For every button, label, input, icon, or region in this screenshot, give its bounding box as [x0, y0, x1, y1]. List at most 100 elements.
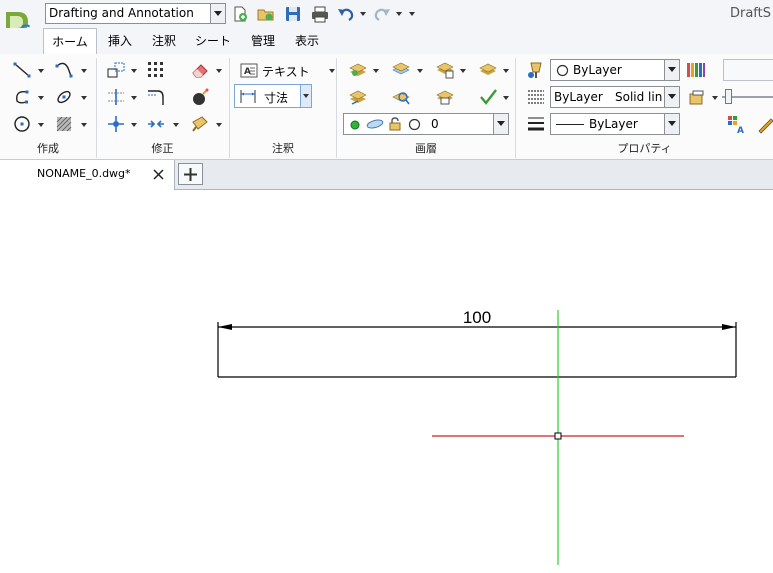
tab-manage[interactable]: 管理	[241, 28, 285, 54]
layer-properties-icon[interactable]	[348, 60, 368, 80]
stretch-icon[interactable]	[146, 114, 166, 134]
undo-dropdown-icon[interactable]	[360, 12, 367, 17]
line-dropdown-icon[interactable]	[38, 69, 45, 74]
polyline-icon[interactable]	[54, 60, 74, 80]
customize-quick-access-icon[interactable]	[409, 12, 416, 17]
layer-walk-icon[interactable]	[391, 87, 411, 107]
move-dropdown-icon[interactable]	[131, 69, 138, 74]
chevron-down-icon[interactable]	[664, 60, 679, 80]
list-properties-icon[interactable]	[688, 88, 708, 108]
layer-properties-dropdown-icon[interactable]	[373, 69, 380, 74]
dimension-dropdown[interactable]	[300, 85, 311, 107]
new-tab-button[interactable]	[178, 163, 203, 185]
app-title: DraftS	[729, 6, 771, 21]
tab-annotate[interactable]: 注釈	[143, 28, 185, 54]
layer-match-icon[interactable]	[435, 87, 455, 107]
lineweight-select[interactable]: ByLayer	[550, 113, 680, 135]
text-color-icon[interactable]: A	[726, 114, 746, 134]
print-icon[interactable]	[311, 5, 329, 23]
redo-icon[interactable]	[373, 5, 391, 23]
chevron-down-icon[interactable]	[664, 114, 679, 134]
panel-label-layers: 画層	[415, 142, 437, 155]
fillet-icon[interactable]	[146, 87, 166, 107]
move-icon[interactable]	[106, 60, 126, 80]
redo-dropdown-icon[interactable]	[396, 12, 403, 17]
tab-insert[interactable]: 挿入	[99, 28, 141, 54]
chevron-down-icon[interactable]	[210, 4, 225, 23]
panel-properties: ByLayer ByLayer Solid line ByLayer	[516, 54, 773, 159]
match-properties-icon[interactable]	[526, 60, 546, 80]
ellipse-icon[interactable]	[54, 87, 74, 107]
open-folder-icon[interactable]	[257, 5, 275, 23]
close-icon[interactable]	[152, 168, 165, 181]
layer-off-dropdown-icon[interactable]	[503, 69, 510, 74]
ellipse-dropdown-icon[interactable]	[81, 96, 88, 101]
color-select[interactable]: ByLayer	[550, 59, 680, 81]
ribbon: 作成 修正 A テキスト 寸法 注釈 0 画層 ByLayer ByLayer …	[0, 54, 773, 159]
document-tab[interactable]: NONAME_0.dwg*	[0, 160, 175, 190]
arc-icon[interactable]	[12, 87, 32, 107]
svg-text:A: A	[737, 126, 744, 134]
list-properties-dropdown-icon[interactable]	[712, 96, 719, 101]
document-tab-title: NONAME_0.dwg*	[37, 167, 131, 180]
arc-dropdown-icon[interactable]	[38, 96, 45, 101]
workspace-select[interactable]: Drafting and Annotation	[45, 3, 226, 24]
document-tab-bar: NONAME_0.dwg*	[0, 159, 773, 190]
svg-text:A: A	[244, 67, 251, 77]
linetype-select[interactable]: ByLayer Solid line	[550, 86, 680, 108]
copy-icon[interactable]	[106, 114, 126, 134]
layer-state-icon[interactable]	[391, 60, 411, 80]
layer-state-dropdown-icon[interactable]	[417, 69, 424, 74]
linetype-icon[interactable]	[526, 87, 546, 107]
trim-icon[interactable]	[106, 87, 126, 107]
slider-handle[interactable]	[725, 89, 732, 104]
trim-dropdown-icon[interactable]	[131, 96, 138, 101]
drawing-canvas[interactable]: 100	[0, 190, 773, 573]
hatch-dropdown-icon[interactable]	[81, 123, 88, 128]
color-books-icon[interactable]	[686, 60, 706, 80]
line-icon[interactable]	[12, 60, 32, 80]
dimension-button[interactable]: 寸法	[234, 84, 312, 108]
checkmark-dropdown-icon[interactable]	[503, 96, 510, 101]
match-dropdown-icon[interactable]	[216, 123, 223, 128]
copy-dropdown-icon[interactable]	[131, 123, 138, 128]
text-button[interactable]: A テキスト	[236, 60, 336, 82]
tab-label: シート	[194, 34, 231, 48]
linear-dimension-icon	[240, 90, 256, 103]
make-current-icon[interactable]	[348, 87, 368, 107]
panel-create: 作成	[0, 54, 96, 159]
layer-off-icon[interactable]	[478, 60, 498, 80]
text-dropdown-icon[interactable]	[329, 69, 336, 74]
layer-isolate-icon[interactable]	[435, 60, 455, 80]
lineweight-icon[interactable]	[526, 114, 546, 134]
save-icon[interactable]	[284, 5, 302, 23]
tab-home[interactable]: ホーム	[43, 28, 97, 55]
layer-select-value: 0	[431, 117, 439, 131]
tab-view[interactable]: 表示	[286, 28, 328, 54]
properties-search-field[interactable]	[723, 59, 773, 81]
tab-sheet[interactable]: シート	[187, 28, 239, 54]
erase-dropdown-icon[interactable]	[216, 69, 223, 74]
stretch-dropdown-icon[interactable]	[173, 123, 180, 128]
array-icon[interactable]	[146, 60, 166, 80]
properties-match-icon[interactable]	[190, 114, 210, 134]
pencil-icon[interactable]	[756, 114, 773, 134]
polyline-dropdown-icon[interactable]	[81, 69, 88, 74]
checkmark-icon[interactable]	[478, 87, 498, 107]
undo-icon[interactable]	[337, 5, 355, 23]
layer-isolate-dropdown-icon[interactable]	[460, 69, 467, 74]
dimension-text: 100	[463, 308, 491, 327]
color-select-value: ByLayer	[573, 63, 622, 77]
layer-select[interactable]: 0	[343, 113, 509, 135]
circle-dropdown-icon[interactable]	[38, 123, 45, 128]
color-swatch-icon	[556, 64, 569, 77]
panel-modify: 修正	[97, 54, 228, 159]
new-file-icon[interactable]	[231, 5, 249, 23]
erase-icon[interactable]	[190, 60, 210, 80]
circle-icon[interactable]	[12, 114, 32, 134]
explode-icon[interactable]	[190, 87, 210, 107]
chevron-down-icon[interactable]	[493, 114, 508, 134]
text-icon: A	[240, 63, 258, 78]
chevron-down-icon[interactable]	[664, 87, 679, 107]
hatch-icon[interactable]	[54, 114, 74, 134]
